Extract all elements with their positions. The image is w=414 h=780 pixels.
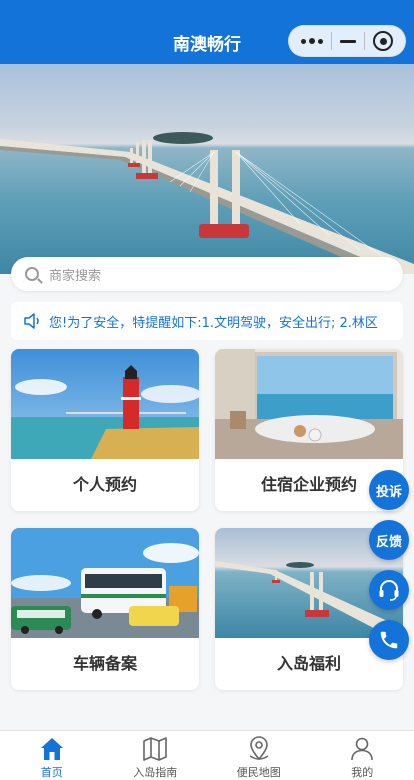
location-pin-icon [249,736,269,761]
card-personal-reservation[interactable]: 个人预约 [11,349,199,511]
tab-label: 首页 [40,766,63,779]
complaint-button[interactable]: 投诉 [369,470,409,510]
notice-text: 您!为了安全，特提醒如下:1.文明驾驶，安全出行; 2.林区 [49,315,378,331]
vehicles-image [11,528,199,638]
search-icon [25,267,39,281]
feedback-button[interactable]: 反馈 [369,520,409,560]
home-icon [40,738,63,760]
mini-program-capsule [288,25,406,57]
speaker-icon [24,313,39,329]
more-dots-icon[interactable] [301,38,323,44]
map-icon [143,737,168,761]
card-vehicle-registration[interactable]: 车辆备案 [11,528,199,690]
customer-service-button[interactable] [369,570,409,610]
hotel-room-image [215,349,403,459]
headset-icon [379,580,399,601]
card-label: 个人预约 [72,475,137,494]
tab-label: 入岛指南 [133,766,178,779]
lighthouse-image [11,349,199,459]
capsule-divider [331,32,332,50]
banner-image[interactable] [0,64,414,274]
card-label: 车辆备案 [72,654,137,673]
user-icon [351,737,374,761]
tab-convenience-map[interactable]: 便民地图 [207,731,311,780]
tab-island-guide[interactable]: 入岛指南 [104,731,208,780]
tab-label: 便民地图 [236,766,281,779]
target-close-icon[interactable] [373,31,393,51]
capsule-divider [364,32,365,50]
search-placeholder: 商家搜索 [49,268,102,284]
phone-button[interactable] [369,620,409,660]
search-input[interactable]: 商家搜索 [11,257,403,291]
notice-bar[interactable]: 您!为了安全，特提醒如下:1.文明驾驶，安全出行; 2.林区 [11,302,403,340]
phone-icon [380,631,398,649]
tab-label: 我的 [351,766,374,779]
bottom-tab-bar: 首页 入岛指南 便民地图 我的 [0,730,414,780]
nav-header: 南澳畅行 [0,0,414,64]
tab-home[interactable]: 首页 [0,731,104,780]
tab-mine[interactable]: 我的 [311,731,414,780]
minimize-icon[interactable] [340,39,356,43]
